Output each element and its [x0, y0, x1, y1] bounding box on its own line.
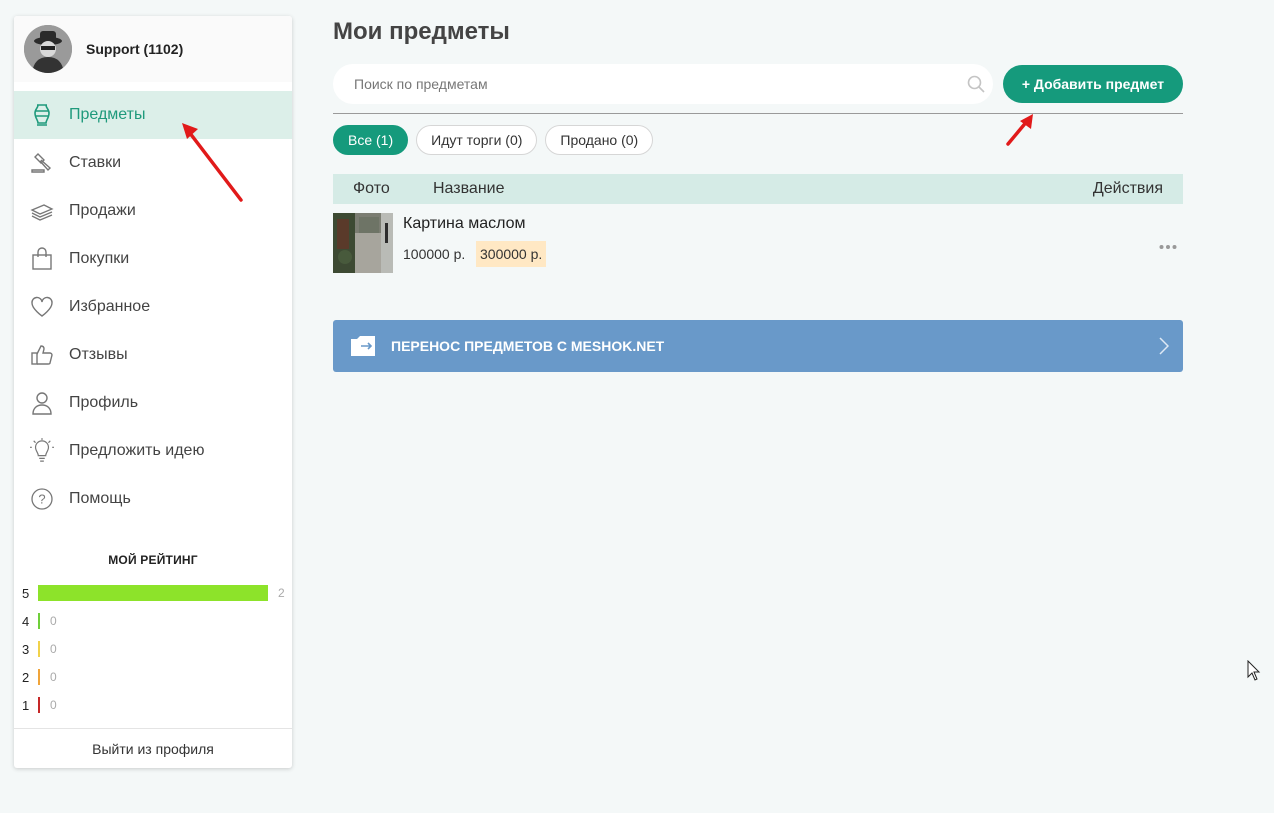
item-thumbnail[interactable]: [333, 213, 393, 273]
rating-count: 2: [278, 586, 285, 600]
search-box: [333, 64, 993, 104]
transfer-banner[interactable]: ПЕРЕНОС ПРЕДМЕТОВ С MESHOK.NET: [333, 320, 1183, 372]
vase-icon: [30, 103, 54, 127]
annotation-arrow: [1006, 114, 1033, 146]
rating-star: 5: [22, 585, 30, 601]
filter-tabs: Все (1) Идут торги (0) Продано (0): [333, 125, 661, 155]
user-icon: [30, 391, 54, 415]
rating-row: 4 0: [22, 607, 292, 635]
sidebar: Support (1102) Предметы Ставки Продажи П…: [14, 16, 292, 768]
rating-row: 3 0: [22, 635, 292, 663]
sidebar-item-items[interactable]: Предметы: [14, 91, 292, 139]
money-stack-icon: [30, 199, 54, 223]
rating-star: 1: [22, 697, 30, 713]
table-row[interactable]: Картина маслом 100000 р. 300000 р.: [333, 213, 1183, 275]
rating-bar: [38, 641, 40, 657]
mouse-cursor-icon: [1247, 660, 1261, 681]
sidebar-item-label: Предметы: [69, 106, 146, 123]
document-transfer-icon: [349, 335, 377, 362]
filter-all[interactable]: Все (1): [333, 125, 409, 155]
sidebar-item-label: Ставки: [69, 154, 122, 171]
transfer-banner-label: ПЕРЕНОС ПРЕДМЕТОВ С MESHOK.NET: [391, 338, 665, 354]
rating-list: 5 2 4 0 3 0 2 0 1 0: [14, 579, 292, 719]
rating-count: 0: [50, 698, 57, 712]
search-icon[interactable]: [967, 75, 985, 98]
avatar[interactable]: [24, 25, 72, 73]
column-photo: Фото: [353, 180, 390, 197]
rating-bar: [38, 697, 40, 713]
rating-bar: [38, 669, 40, 685]
chevron-right-icon: [1159, 337, 1170, 360]
shopping-bag-icon: [30, 247, 54, 271]
search-row: + Добавить предмет: [333, 64, 1183, 114]
search-input[interactable]: [333, 64, 933, 104]
help-icon: ?: [30, 487, 54, 511]
item-buyout-price: 300000 р.: [476, 241, 547, 267]
rating-row: 1 0: [22, 691, 292, 719]
item-title[interactable]: Картина маслом: [403, 215, 526, 233]
lightbulb-icon: [30, 438, 54, 463]
gavel-icon: [30, 151, 54, 175]
rating-star: 4: [22, 613, 30, 629]
add-item-button[interactable]: + Добавить предмет: [1003, 65, 1183, 103]
sidebar-item-label: Профиль: [69, 394, 139, 411]
annotation-arrow: [182, 123, 243, 202]
logout-button[interactable]: Выйти из профиля: [14, 728, 292, 768]
rating-count: 0: [50, 642, 57, 656]
rating-title: МОЙ РЕЙТИНГ: [108, 553, 198, 567]
rating-star: 2: [22, 669, 30, 685]
column-name: Название: [433, 180, 505, 197]
rating-star: 3: [22, 641, 30, 657]
sidebar-item-profile[interactable]: Профиль: [14, 379, 292, 427]
sidebar-item-suggest-idea[interactable]: Предложить идею: [14, 427, 292, 475]
svg-text:?: ?: [38, 492, 45, 507]
page-title: Мои предметы: [333, 18, 510, 45]
filter-bidding[interactable]: Идут торги (0): [416, 125, 538, 155]
sidebar-item-label: Отзывы: [69, 346, 128, 363]
user-name[interactable]: Support (1102): [86, 41, 183, 57]
rating-row: 5 2: [22, 579, 292, 607]
item-start-price: 100000 р.: [403, 246, 466, 262]
sidebar-item-label: Избранное: [69, 298, 151, 315]
sidebar-item-reviews[interactable]: Отзывы: [14, 331, 292, 379]
sidebar-item-favorites[interactable]: Избранное: [14, 283, 292, 331]
rating-count: 0: [50, 670, 57, 684]
sidebar-item-label: Продажи: [69, 202, 136, 219]
sidebar-nav: Предметы Ставки Продажи Покупки Избранно…: [14, 91, 292, 523]
user-block[interactable]: Support (1102): [14, 16, 292, 82]
rating-bar: [38, 585, 268, 601]
column-actions: Действия: [1092, 180, 1163, 197]
more-options-icon[interactable]: [1159, 237, 1177, 255]
sidebar-item-label: Помощь: [69, 490, 131, 507]
sidebar-item-bids[interactable]: Ставки: [14, 139, 292, 187]
rating-bar: [38, 613, 40, 629]
sidebar-item-label: Предложить идею: [69, 442, 205, 459]
rating-count: 0: [50, 614, 57, 628]
sidebar-item-label: Покупки: [69, 250, 130, 267]
table-header: Фото Название Действия: [333, 174, 1183, 204]
sidebar-item-purchases[interactable]: Покупки: [14, 235, 292, 283]
rating-row: 2 0: [22, 663, 292, 691]
thumbs-up-icon: [30, 343, 54, 367]
sidebar-item-sales[interactable]: Продажи: [14, 187, 292, 235]
filter-sold[interactable]: Продано (0): [545, 125, 654, 155]
sidebar-item-help[interactable]: ? Помощь: [14, 475, 292, 523]
heart-icon: [30, 295, 54, 319]
